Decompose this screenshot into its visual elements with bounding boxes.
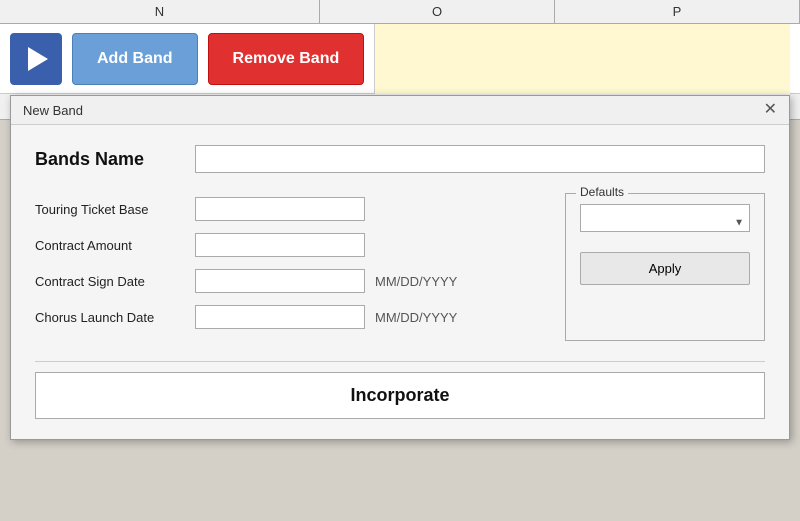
touring-ticket-base-row: Touring Ticket Base	[35, 197, 545, 221]
touring-ticket-base-input[interactable]	[195, 197, 365, 221]
play-button[interactable]	[10, 33, 62, 85]
contract-sign-date-row: Contract Sign Date MM/DD/YYYY	[35, 269, 545, 293]
contract-amount-input[interactable]	[195, 233, 365, 257]
left-fields: Touring Ticket Base Contract Amount Cont…	[35, 197, 545, 341]
incorporate-button[interactable]: Incorporate	[35, 372, 765, 419]
dialog-titlebar: New Band ✕	[11, 96, 789, 125]
defaults-group: Defaults Apply	[565, 193, 765, 341]
bands-name-input[interactable]	[195, 145, 765, 173]
chorus-launch-date-input[interactable]	[195, 305, 365, 329]
yellow-cell	[374, 24, 790, 94]
contract-sign-date-input[interactable]	[195, 269, 365, 293]
incorporate-row: Incorporate	[35, 361, 765, 419]
apply-button[interactable]: Apply	[580, 252, 750, 285]
add-band-button[interactable]: Add Band	[72, 33, 198, 85]
play-icon	[28, 47, 48, 71]
bands-name-label: Bands Name	[35, 149, 195, 170]
defaults-select-wrapper	[580, 204, 750, 242]
touring-ticket-base-label: Touring Ticket Base	[35, 202, 195, 217]
column-p-header: P	[555, 0, 800, 23]
dialog-body: Bands Name Touring Ticket Base Contract …	[11, 125, 789, 439]
remove-band-button[interactable]: Remove Band	[208, 33, 365, 85]
contract-sign-date-hint: MM/DD/YYYY	[375, 274, 457, 289]
defaults-legend: Defaults	[576, 185, 628, 199]
column-n-header: N	[0, 0, 320, 23]
contract-amount-label: Contract Amount	[35, 238, 195, 253]
chorus-launch-date-label: Chorus Launch Date	[35, 310, 195, 325]
dialog-overlay: New Band ✕ Bands Name Touring Ticket Bas…	[10, 95, 790, 521]
bands-name-row: Bands Name	[35, 145, 765, 173]
dialog-title: New Band	[23, 103, 83, 118]
defaults-select[interactable]	[580, 204, 750, 232]
chorus-launch-date-row: Chorus Launch Date MM/DD/YYYY	[35, 305, 545, 329]
contract-sign-date-label: Contract Sign Date	[35, 274, 195, 289]
new-band-dialog: New Band ✕ Bands Name Touring Ticket Bas…	[10, 95, 790, 440]
contract-amount-row: Contract Amount	[35, 233, 545, 257]
form-area: Touring Ticket Base Contract Amount Cont…	[35, 197, 765, 341]
dialog-close-button[interactable]: ✕	[764, 102, 777, 118]
column-o-header: O	[320, 0, 555, 23]
chorus-launch-date-hint: MM/DD/YYYY	[375, 310, 457, 325]
